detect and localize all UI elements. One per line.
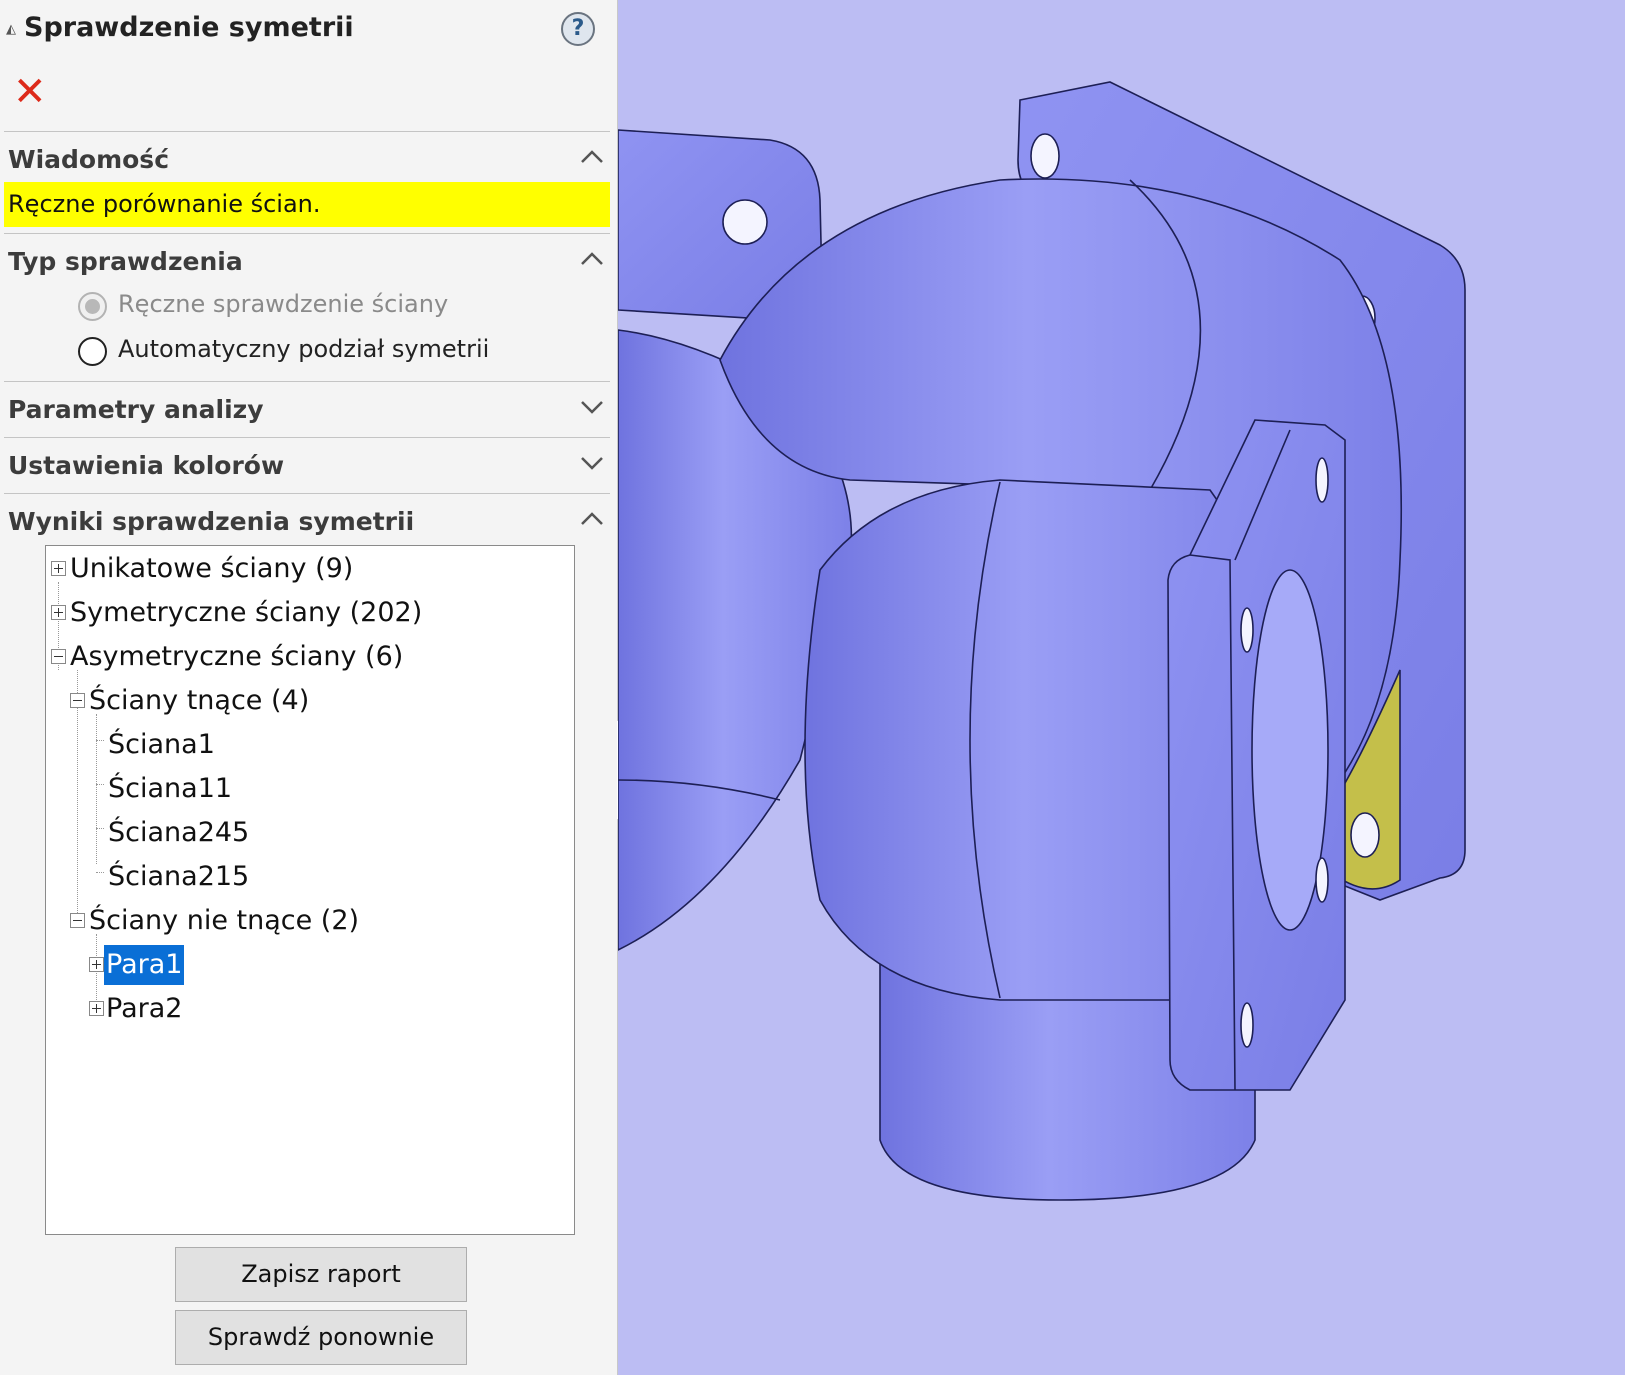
divider bbox=[4, 493, 610, 494]
message-box: Ręczne porównanie ścian. bbox=[4, 182, 610, 227]
3d-model[interactable] bbox=[618, 0, 1625, 1375]
collapse-icon[interactable] bbox=[51, 649, 66, 664]
section-title-results[interactable]: Wyniki sprawdzenia symetrii bbox=[8, 507, 414, 536]
graphics-viewport[interactable] bbox=[618, 0, 1625, 1375]
tree-connector bbox=[96, 784, 104, 785]
radio-label: Ręczne sprawdzenie ściany bbox=[118, 290, 449, 318]
divider bbox=[4, 437, 610, 438]
tree-connector bbox=[96, 828, 104, 829]
section-title-color-settings[interactable]: Ustawienia kolorów bbox=[8, 451, 284, 480]
results-tree[interactable]: Unikatowe ściany (9) Symetryczne ściany … bbox=[45, 545, 575, 1235]
save-report-button[interactable]: Zapisz raport bbox=[175, 1247, 467, 1302]
divider bbox=[4, 381, 610, 382]
panel-title: Sprawdzenie symetrii bbox=[24, 12, 354, 43]
feature-icon: ◭ bbox=[6, 22, 16, 37]
chevron-up-icon[interactable] bbox=[580, 508, 604, 530]
tree-connector bbox=[96, 740, 104, 741]
radio-button bbox=[78, 292, 107, 321]
chevron-down-icon[interactable] bbox=[580, 396, 604, 418]
expand-icon[interactable] bbox=[89, 957, 104, 972]
chevron-down-icon[interactable] bbox=[580, 452, 604, 474]
close-icon[interactable]: ✕ bbox=[13, 70, 47, 114]
tree-connector bbox=[96, 714, 97, 864]
chevron-up-icon[interactable] bbox=[580, 146, 604, 168]
divider bbox=[4, 131, 610, 132]
recheck-button[interactable]: Sprawdź ponownie bbox=[175, 1310, 467, 1365]
expand-icon[interactable] bbox=[51, 605, 66, 620]
expand-icon[interactable] bbox=[89, 1001, 104, 1016]
radio-button[interactable] bbox=[78, 337, 107, 366]
collapse-icon[interactable] bbox=[70, 913, 85, 928]
panel-header: ◭ Sprawdzenie symetrii ? bbox=[0, 0, 617, 62]
property-manager-panel: ◭ Sprawdzenie symetrii ? ✕ Wiadomość Ręc… bbox=[0, 0, 618, 1375]
help-icon[interactable]: ? bbox=[561, 12, 595, 46]
section-title-message[interactable]: Wiadomość bbox=[8, 145, 169, 174]
divider bbox=[4, 233, 610, 234]
collapse-icon[interactable] bbox=[70, 693, 85, 708]
chevron-up-icon[interactable] bbox=[580, 248, 604, 270]
tree-connector bbox=[96, 872, 104, 873]
expand-icon[interactable] bbox=[51, 561, 66, 576]
section-title-analysis-params[interactable]: Parametry analizy bbox=[8, 395, 264, 424]
radio-label[interactable]: Automatyczny podział symetrii bbox=[118, 335, 489, 363]
section-title-check-type[interactable]: Typ sprawdzenia bbox=[8, 247, 243, 276]
